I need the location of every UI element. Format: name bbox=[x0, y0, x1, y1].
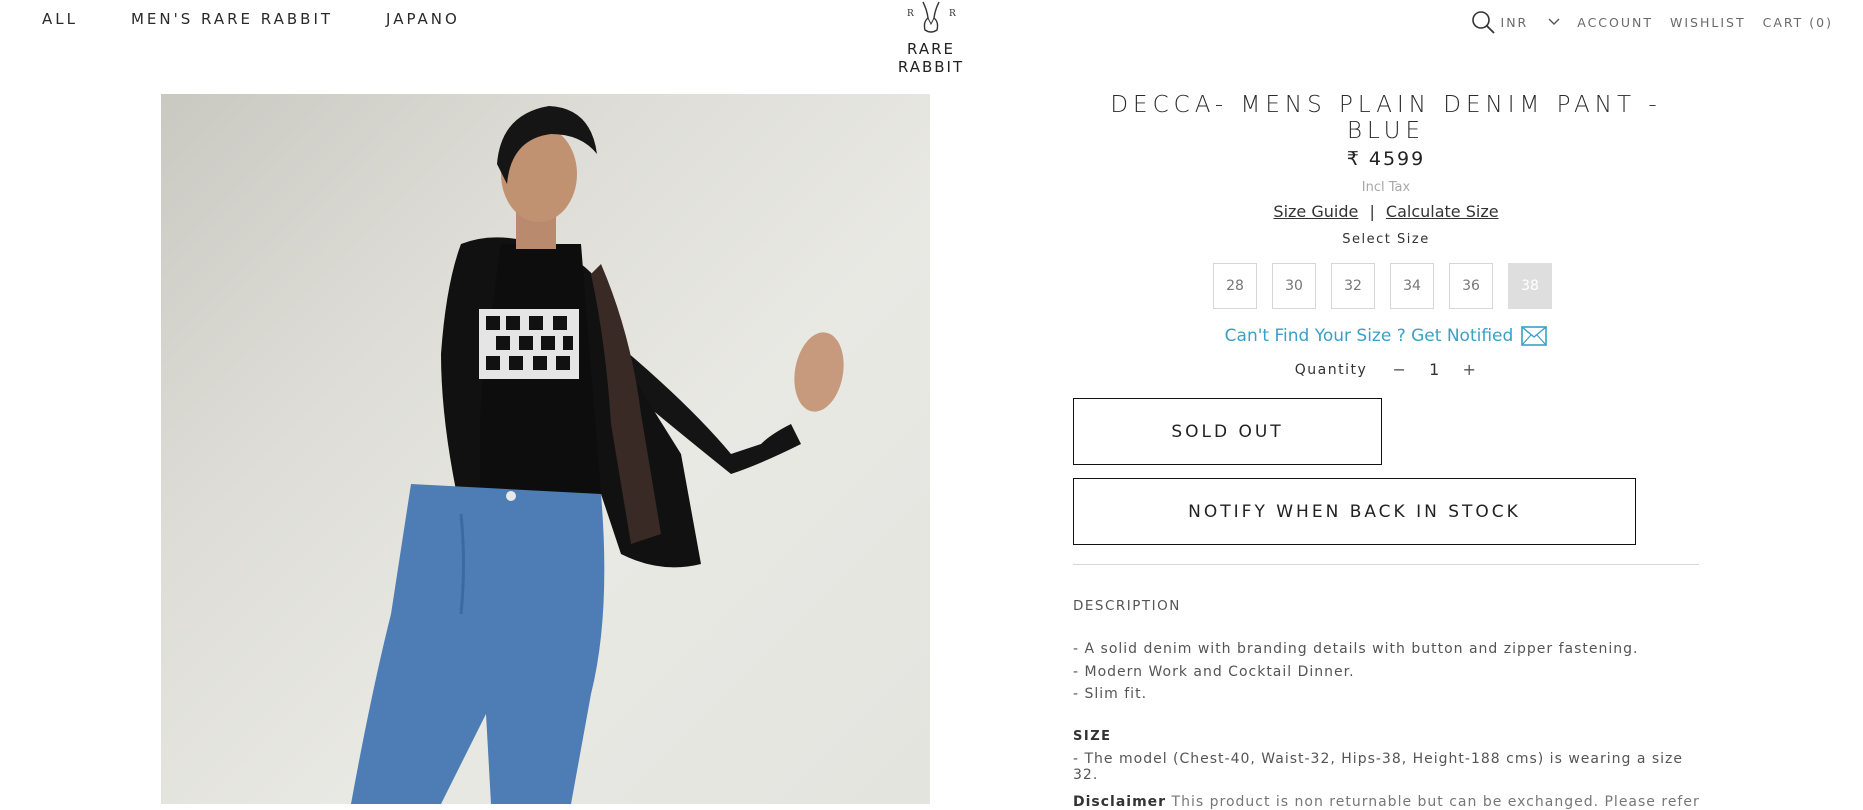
account-link[interactable]: ACCOUNT bbox=[1577, 15, 1653, 30]
svg-text:R: R bbox=[949, 9, 956, 19]
model-illustration bbox=[351, 106, 844, 804]
size-heading: SIZE bbox=[1073, 729, 1112, 744]
description-heading: DESCRIPTION bbox=[1073, 598, 1181, 614]
envelope-icon bbox=[1521, 326, 1548, 346]
quantity-label: Quantity bbox=[1294, 361, 1368, 378]
divider bbox=[1073, 564, 1699, 565]
tax-note: Incl Tax bbox=[1361, 180, 1411, 195]
size-options: 28 30 32 34 36 38 bbox=[1213, 263, 1552, 309]
notify-back-in-stock-button[interactable]: NOTIFY WHEN BACK IN STOCK bbox=[1073, 478, 1636, 545]
brand-name: RARE RABBIT bbox=[897, 40, 965, 76]
nav-all[interactable]: ALL bbox=[42, 10, 78, 28]
size-option-28[interactable]: 28 bbox=[1213, 263, 1257, 309]
svg-text:R: R bbox=[907, 9, 914, 19]
disclaimer: Disclaimer This product is non returnabl… bbox=[1073, 794, 1700, 810]
size-option-32[interactable]: 32 bbox=[1331, 263, 1375, 309]
sold-out-button[interactable]: SOLD OUT bbox=[1073, 398, 1382, 465]
utility-nav: INR ACCOUNT WISHLIST CART (0) bbox=[1471, 10, 1833, 34]
wishlist-link[interactable]: WISHLIST bbox=[1670, 15, 1746, 30]
product-image[interactable] bbox=[161, 94, 930, 804]
search-icon[interactable] bbox=[1471, 10, 1495, 34]
link-separator: | bbox=[1369, 202, 1375, 221]
currency-label: INR bbox=[1500, 14, 1529, 30]
description-list: - A solid denim with branding details wi… bbox=[1073, 638, 1638, 706]
quantity-value[interactable]: 1 bbox=[1427, 360, 1441, 379]
disclaimer-text: This product is non returnable but can b… bbox=[1171, 794, 1700, 810]
description-item: - Slim fit. bbox=[1073, 686, 1148, 702]
size-guide-links: Size Guide | Calculate Size bbox=[1073, 202, 1699, 221]
quantity-minus-button[interactable]: − bbox=[1391, 360, 1407, 379]
size-option-30[interactable]: 30 bbox=[1272, 263, 1316, 309]
currency-selector[interactable]: INR bbox=[1501, 15, 1561, 30]
disclaimer-label: Disclaimer bbox=[1073, 794, 1167, 810]
product-price: ₹ 4599 bbox=[1346, 148, 1426, 170]
select-size-label: Select Size bbox=[1342, 232, 1430, 247]
nav-japano[interactable]: JAPANO bbox=[386, 10, 460, 28]
size-details: - The model (Chest-40, Waist-32, Hips-38… bbox=[1073, 751, 1683, 783]
description-item: - A solid denim with branding details wi… bbox=[1073, 641, 1639, 657]
size-option-34[interactable]: 34 bbox=[1390, 263, 1434, 309]
size-option-38[interactable]: 38 bbox=[1508, 263, 1552, 309]
get-notified-text: Can't Find Your Size ? Get Notified bbox=[1224, 326, 1514, 346]
rabbit-logo-icon: R R bbox=[901, 0, 961, 34]
quantity-stepper: Quantity − 1 + bbox=[1073, 360, 1699, 379]
size-option-36[interactable]: 36 bbox=[1449, 263, 1493, 309]
nav-mens-rare-rabbit[interactable]: MEN'S RARE RABBIT bbox=[131, 10, 333, 28]
cart-link[interactable]: CART (0) bbox=[1763, 15, 1833, 30]
description-item: - Modern Work and Cocktail Dinner. bbox=[1073, 663, 1355, 680]
chevron-down-icon bbox=[1548, 18, 1560, 26]
brand-logo[interactable]: R R RARE RABBIT bbox=[872, 0, 990, 76]
size-guide-link[interactable]: Size Guide bbox=[1273, 202, 1358, 221]
quantity-plus-button[interactable]: + bbox=[1461, 360, 1477, 379]
calculate-size-link[interactable]: Calculate Size bbox=[1386, 202, 1499, 221]
get-notified-link[interactable]: Can't Find Your Size ? Get Notified bbox=[1073, 326, 1699, 346]
product-title: DECCA- MENS PLAIN DENIM PANT - BLUE bbox=[1110, 92, 1662, 144]
main-nav: ALL MEN'S RARE RABBIT JAPANO bbox=[42, 10, 460, 28]
